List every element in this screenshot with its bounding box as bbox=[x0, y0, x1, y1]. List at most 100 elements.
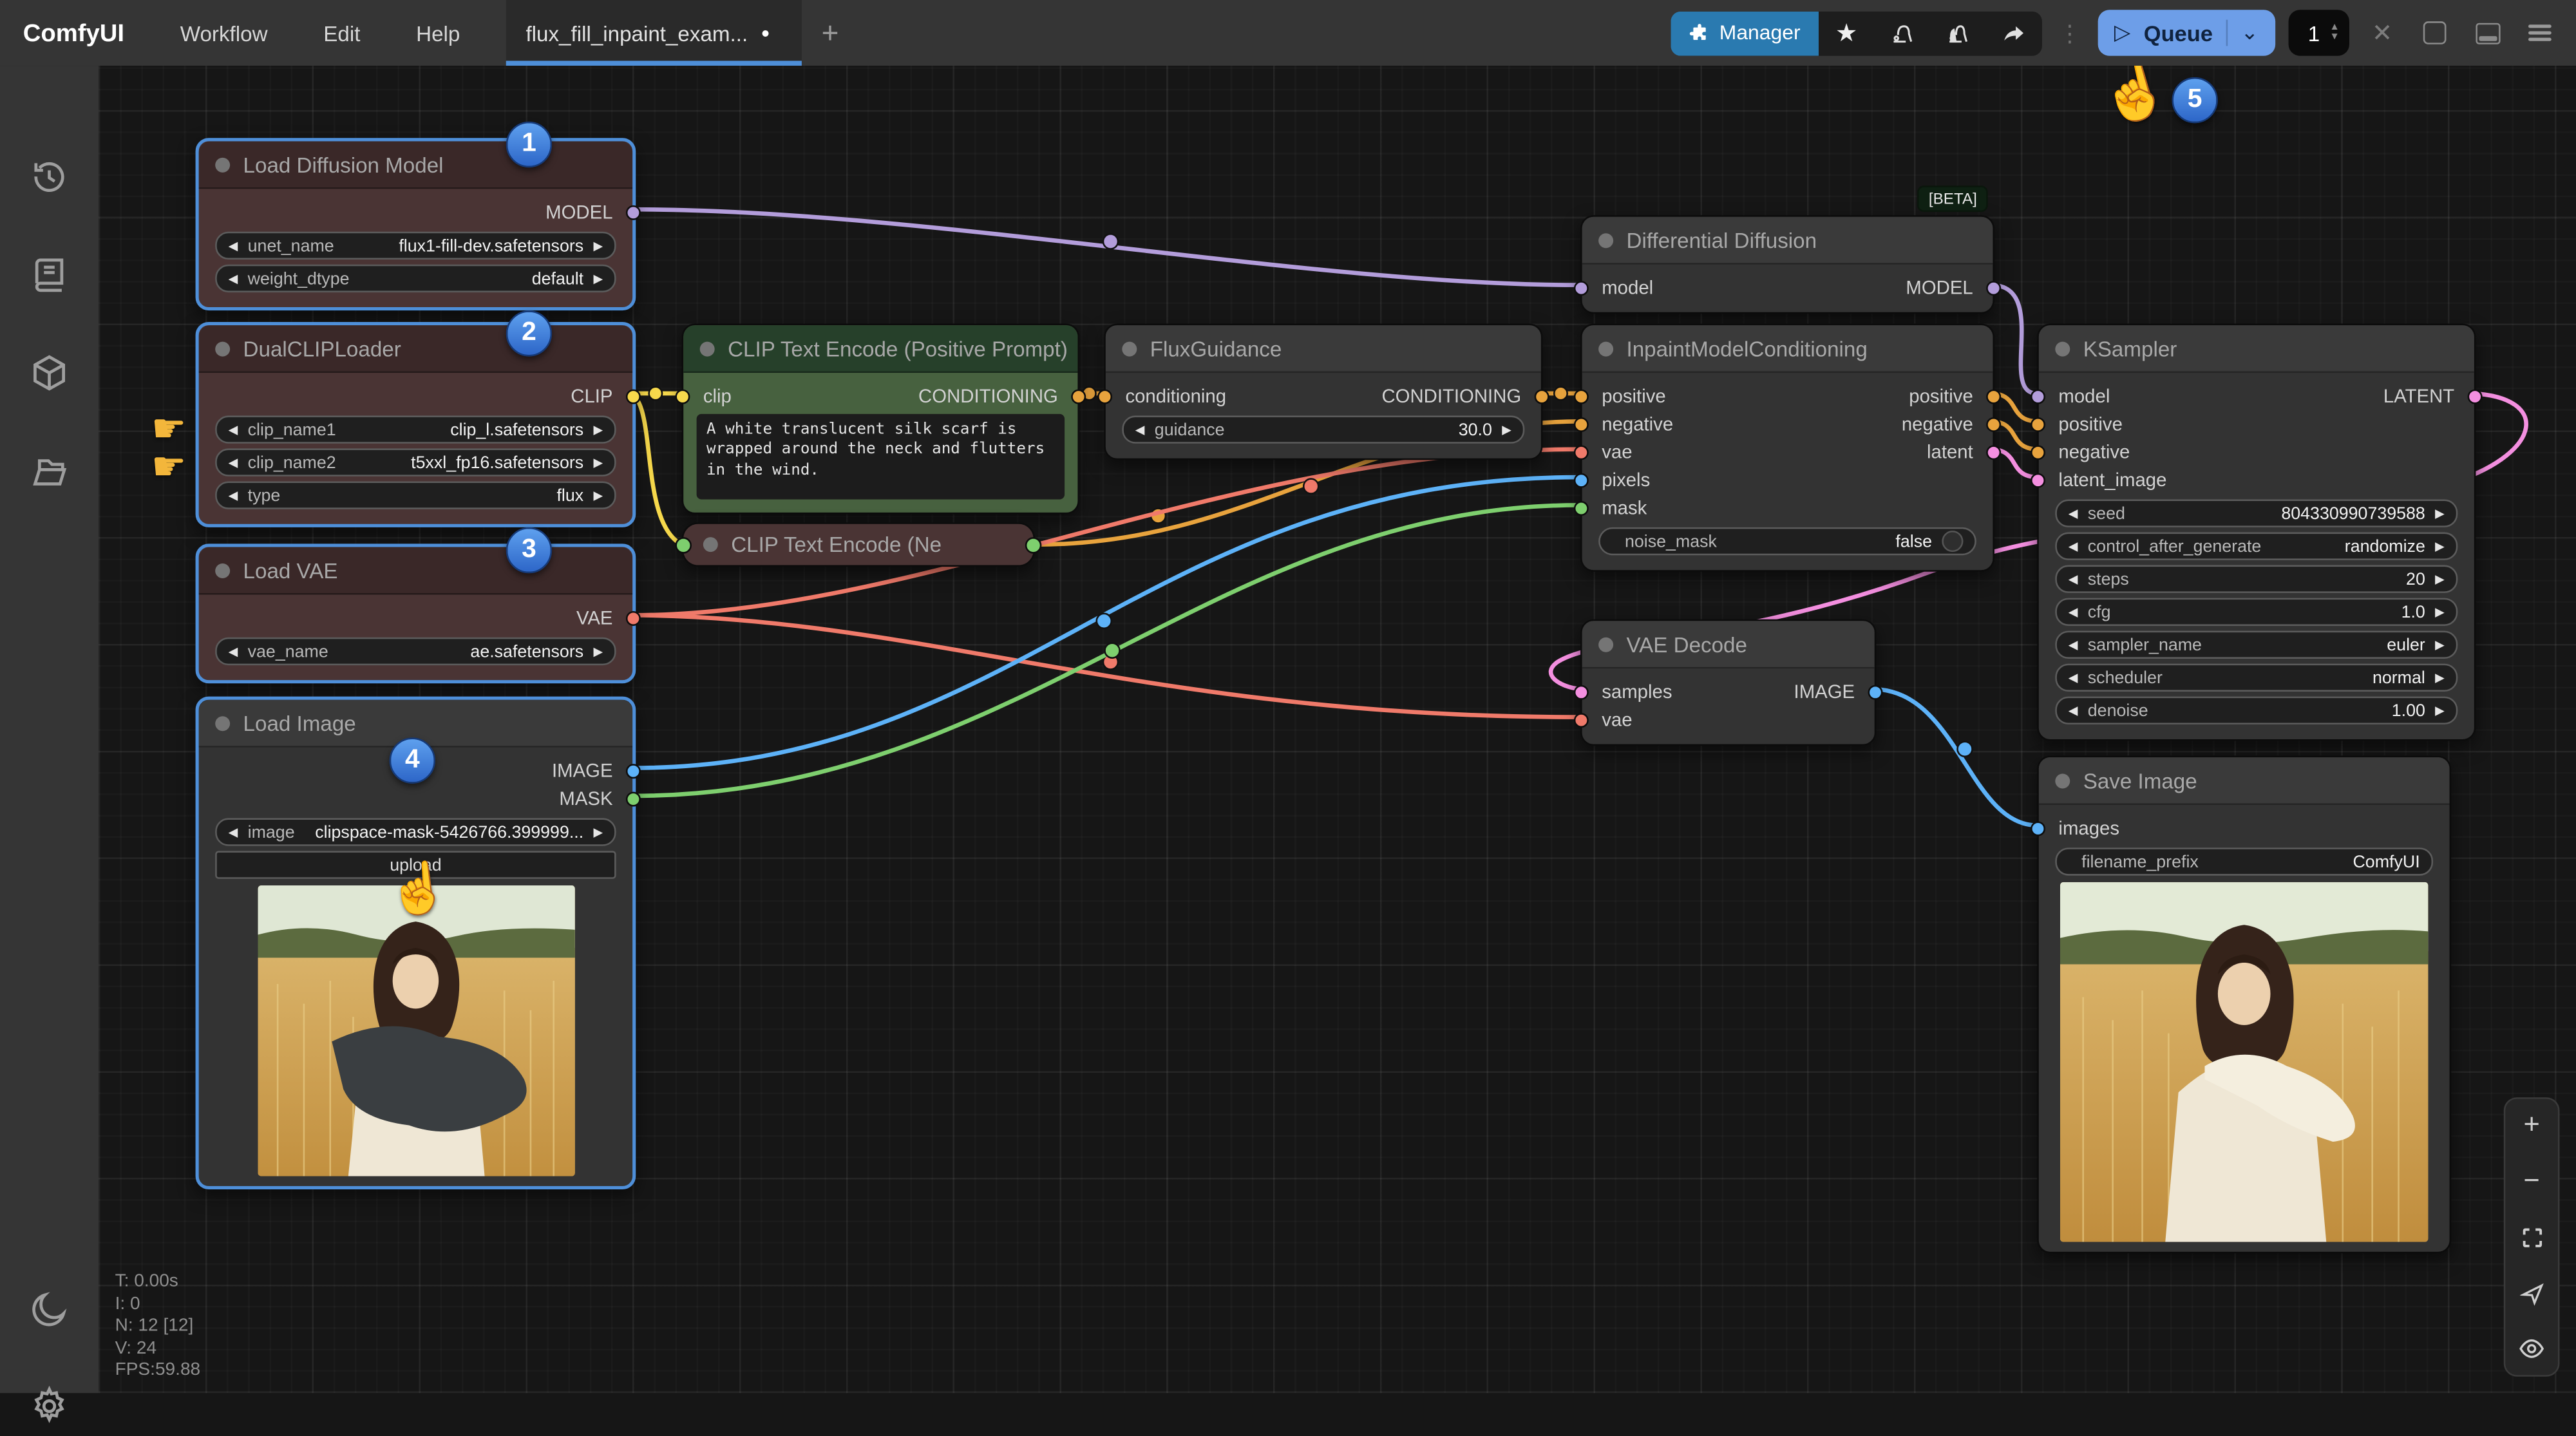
widget-filename-prefix[interactable]: filename_prefixComfyUI bbox=[2055, 847, 2433, 875]
node-save-image[interactable]: Save Image images filename_prefixComfyUI bbox=[2037, 755, 2451, 1253]
select-mode-button[interactable] bbox=[2515, 1276, 2548, 1309]
maximize-button[interactable] bbox=[2415, 13, 2454, 52]
node-title-bar[interactable]: Save Image bbox=[2039, 757, 2450, 805]
node-title-bar[interactable]: Load VAE bbox=[199, 547, 632, 594]
toggle-link-visibility-button[interactable] bbox=[2515, 1332, 2548, 1365]
image-output-port[interactable] bbox=[626, 764, 641, 779]
node-title-bar[interactable]: Differential Diffusion bbox=[1582, 217, 1993, 265]
model-input-port[interactable] bbox=[1574, 281, 1589, 296]
positive-input-port[interactable] bbox=[2031, 417, 2045, 432]
widget-image[interactable]: ◀imageclipspace-mask-5426766.399999...▶ bbox=[215, 818, 616, 846]
widget-unet-name[interactable]: ◀unet_nameflux1-fill-dev.safetensors▶ bbox=[215, 232, 616, 260]
node-ksampler[interactable]: KSampler modelLATENT positive negative l… bbox=[2037, 324, 2476, 741]
queue-button[interactable]: ▷ Queue ⌄ bbox=[2098, 10, 2275, 55]
prev-arrow-icon[interactable]: ◀ bbox=[229, 238, 238, 253]
node-title-bar[interactable]: Load Diffusion Model bbox=[199, 141, 632, 189]
next-arrow-icon[interactable]: ▶ bbox=[593, 271, 603, 286]
main-menu-button[interactable] bbox=[2520, 13, 2559, 52]
widget-vae-name[interactable]: ◀vae_nameae.safetensors▶ bbox=[215, 638, 616, 665]
clip-output-port[interactable] bbox=[626, 390, 641, 404]
model-output-port[interactable] bbox=[626, 205, 641, 220]
mask-output-port[interactable] bbox=[626, 792, 641, 807]
drag-handle-dots[interactable]: ⋮ bbox=[2058, 19, 2081, 46]
widget-type[interactable]: ◀typeflux▶ bbox=[215, 481, 616, 509]
samples-input-port[interactable] bbox=[1574, 685, 1589, 700]
widget-weight-dtype[interactable]: ◀weight_dtypedefault▶ bbox=[215, 265, 616, 292]
conditioning-input-port[interactable] bbox=[1097, 390, 1112, 404]
positive-output-port[interactable] bbox=[1986, 390, 2001, 404]
positive-input-port[interactable] bbox=[1574, 390, 1589, 404]
widget-seed[interactable]: ◀seed804330990739588▶ bbox=[2055, 500, 2458, 527]
clear-queue-button[interactable]: ✕ bbox=[2362, 13, 2401, 52]
vae-output-port[interactable] bbox=[626, 611, 641, 626]
sidebar-item-model-library[interactable] bbox=[28, 352, 70, 402]
node-differential-diffusion[interactable]: Differential Diffusion modelMODEL bbox=[1580, 215, 1994, 314]
favorites-button[interactable]: ★ bbox=[1819, 11, 1875, 55]
latent-image-input-port[interactable] bbox=[2031, 473, 2045, 488]
widget-cfg[interactable]: ◀cfg1.0▶ bbox=[2055, 598, 2458, 626]
widget-steps[interactable]: ◀steps20▶ bbox=[2055, 565, 2458, 593]
settings-button[interactable] bbox=[28, 1385, 70, 1436]
vacuum-outline-button[interactable] bbox=[1874, 11, 1930, 55]
node-fluxguidance[interactable]: FluxGuidance conditioningCONDITIONING ◀g… bbox=[1104, 324, 1542, 460]
node-title-bar[interactable]: CLIP Text Encode (Positive Prompt) bbox=[683, 325, 1077, 373]
node-title-bar[interactable]: DualCLIPLoader bbox=[199, 325, 632, 373]
menu-edit[interactable]: Edit bbox=[323, 21, 360, 45]
node-dualcliploader[interactable]: DualCLIPLoader CLIP ◀clip_name1clip_l.sa… bbox=[196, 322, 636, 527]
sidebar-item-history[interactable] bbox=[28, 156, 70, 207]
latent-output-port[interactable] bbox=[1986, 445, 2001, 460]
prompt-textarea[interactable]: A white translucent silk scarf is wrappe… bbox=[697, 414, 1065, 500]
widget-clip-name2[interactable]: ◀clip_name2t5xxl_fp16.safetensors▶ bbox=[215, 448, 616, 476]
increment-caret-icon[interactable]: ▲ bbox=[2329, 23, 2339, 33]
zoom-in-button[interactable]: + bbox=[2515, 1109, 2548, 1142]
batch-count-input[interactable]: 1 ▲▼ bbox=[2288, 10, 2349, 55]
vae-input-port[interactable] bbox=[1574, 713, 1589, 728]
new-tab-button[interactable]: + bbox=[822, 15, 839, 50]
model-output-port[interactable] bbox=[1986, 281, 2001, 296]
vacuum-filled-button[interactable] bbox=[1930, 11, 1986, 55]
app-logo[interactable]: ComfyUI bbox=[23, 19, 124, 46]
negative-input-port[interactable] bbox=[1574, 417, 1589, 432]
mask-input-port[interactable] bbox=[1574, 501, 1589, 516]
images-input-port[interactable] bbox=[2031, 822, 2045, 836]
node-clip-text-encode-positive[interactable]: CLIP Text Encode (Positive Prompt) clipC… bbox=[682, 324, 1079, 515]
prev-arrow-icon[interactable]: ◀ bbox=[229, 271, 238, 286]
node-title-bar[interactable]: KSampler bbox=[2039, 325, 2474, 373]
fit-view-button[interactable] bbox=[2515, 1220, 2548, 1253]
toggle-knob[interactable] bbox=[1942, 531, 1963, 552]
widget-noise-mask[interactable]: noise_maskfalse bbox=[1598, 527, 1976, 555]
negative-output-port[interactable] bbox=[1986, 417, 2001, 432]
zoom-out-button[interactable]: − bbox=[2515, 1165, 2548, 1198]
node-inpaint-model-conditioning[interactable]: InpaintModelConditioning positivepositiv… bbox=[1580, 324, 1994, 572]
conditioning-output-port[interactable] bbox=[1071, 390, 1086, 404]
widget-sampler-name[interactable]: ◀sampler_nameeuler▶ bbox=[2055, 631, 2458, 659]
menu-help[interactable]: Help bbox=[416, 21, 460, 45]
latent-output-port[interactable] bbox=[2468, 390, 2483, 404]
collapsed-input-port[interactable] bbox=[675, 537, 692, 554]
sidebar-item-node-library[interactable] bbox=[28, 253, 70, 304]
next-arrow-icon[interactable]: ▶ bbox=[593, 238, 603, 253]
widget-scheduler[interactable]: ◀schedulernormal▶ bbox=[2055, 664, 2458, 692]
pixels-input-port[interactable] bbox=[1574, 473, 1589, 488]
sidebar-item-workflows[interactable] bbox=[28, 450, 70, 501]
widget-control-after-generate[interactable]: ◀control_after_generaterandomize▶ bbox=[2055, 533, 2458, 560]
image-preview-result[interactable] bbox=[2060, 882, 2428, 1242]
clip-input-port[interactable] bbox=[675, 390, 690, 404]
node-title-bar[interactable]: FluxGuidance bbox=[1106, 325, 1541, 373]
widget-denoise[interactable]: ◀denoise1.00▶ bbox=[2055, 697, 2458, 724]
image-preview-masked[interactable] bbox=[257, 885, 574, 1176]
collapsed-output-port[interactable] bbox=[1025, 537, 1042, 554]
node-title-bar[interactable]: InpaintModelConditioning bbox=[1582, 325, 1993, 373]
negative-input-port[interactable] bbox=[2031, 445, 2045, 460]
conditioning-output-port[interactable] bbox=[1535, 390, 1549, 404]
node-load-vae[interactable]: Load VAE VAE ◀vae_nameae.safetensors▶ bbox=[196, 543, 636, 683]
decrement-caret-icon[interactable]: ▼ bbox=[2329, 33, 2339, 43]
manager-button[interactable]: Manager bbox=[1670, 11, 1818, 55]
share-button[interactable] bbox=[1986, 11, 2042, 55]
queue-options-chevron[interactable]: ⌄ bbox=[2226, 20, 2259, 46]
vae-input-port[interactable] bbox=[1574, 445, 1589, 460]
image-output-port[interactable] bbox=[1868, 685, 1883, 700]
node-load-diffusion-model[interactable]: Load Diffusion Model MODEL ◀unet_nameflu… bbox=[196, 138, 636, 310]
model-input-port[interactable] bbox=[2031, 390, 2045, 404]
menu-workflow[interactable]: Workflow bbox=[180, 21, 268, 45]
